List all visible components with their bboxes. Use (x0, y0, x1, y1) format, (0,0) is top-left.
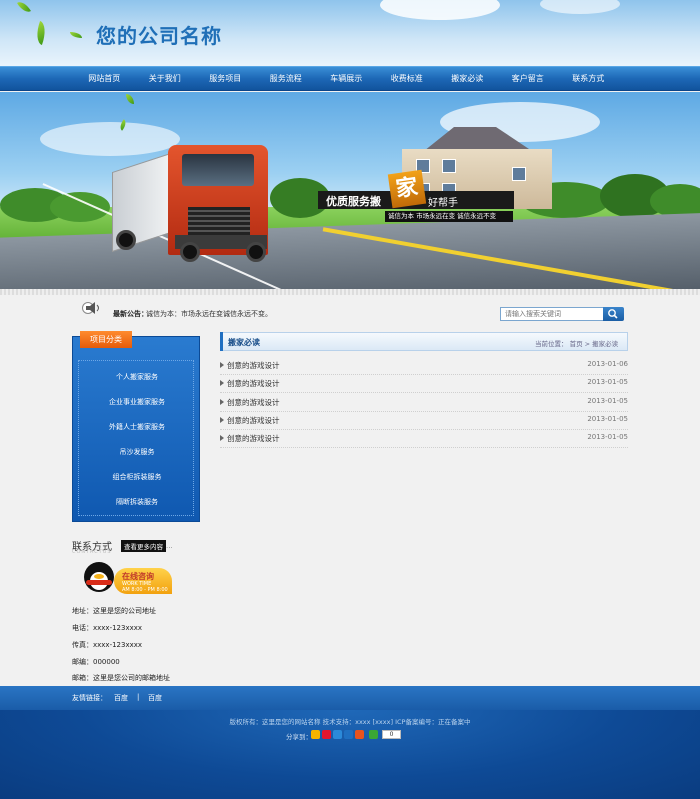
friend-links-label: 友情链接： (72, 694, 107, 702)
article-title[interactable]: 创意的游戏设计 (227, 433, 280, 444)
hero-banner: 优质服务搬 家 好帮手 诚信为本 市场永远在变 诚信永远不变 (0, 92, 700, 295)
article-row[interactable]: 创意的游戏设计 2013-01-05 (220, 430, 628, 448)
truck-wheel (246, 242, 266, 262)
cloud (380, 0, 500, 20)
category-item[interactable]: 个人搬家服务 (79, 372, 195, 382)
article-date: 2013-01-06 (587, 360, 628, 368)
cloud (40, 122, 180, 156)
sina-weibo-icon[interactable] (322, 730, 331, 739)
page: 您的公司名称 网站首页 关于我们 服务项目 服务流程 车辆展示 收费标准 搬家必… (0, 0, 700, 799)
qq-penguin-beak (94, 574, 104, 579)
category-item[interactable]: 隔断拆装服务 (79, 497, 195, 507)
nav-item-services[interactable]: 服务项目 (195, 67, 256, 92)
friend-link[interactable]: 百度 (114, 693, 128, 703)
truck-wheel (180, 242, 200, 262)
link-separator: | (137, 693, 140, 701)
arrow-right-icon (220, 417, 224, 423)
article-date: 2013-01-05 (587, 397, 628, 405)
contact-dots: ... (166, 542, 173, 550)
work-time-value: AM 8:00 - PM 8:00 (122, 587, 168, 593)
truck-grill (188, 207, 250, 235)
nav-item-home[interactable]: 网站首页 (74, 67, 135, 92)
more-share-icon[interactable] (369, 730, 378, 739)
arrow-right-icon (220, 399, 224, 405)
banner-bottom-edge (0, 289, 700, 295)
category-item[interactable]: 企业事业搬家服务 (79, 397, 195, 407)
copyright-text: 版权所有：这里是您的网站名称 技术支持：xxxx [xxxx] ICP备案编号：… (229, 718, 471, 726)
category-item[interactable]: 外籍人士搬家服务 (79, 422, 195, 432)
contact-address: 地址：这里是您的公司地址 (72, 607, 156, 615)
notice-label: 最新公告： (113, 310, 148, 318)
search-icon (608, 309, 618, 319)
article-date: 2013-01-05 (587, 433, 628, 441)
share-label: 分享到： (286, 733, 312, 741)
site-logo-title[interactable]: 您的公司名称 (96, 20, 222, 49)
article-title[interactable]: 创意的游戏设计 (227, 415, 280, 426)
view-more-button[interactable]: 查看更多内容 (121, 540, 166, 552)
article-row[interactable]: 创意的游戏设计 2013-01-06 (220, 357, 628, 375)
article-title[interactable]: 创意的游戏设计 (227, 397, 280, 408)
nav-item-about[interactable]: 关于我们 (135, 67, 196, 92)
article-title[interactable]: 创意的游戏设计 (227, 378, 280, 389)
category-list: 个人搬家服务 企业事业搬家服务 外籍人士搬家服务 吊沙发服务 组合柜拆装服务 隔… (78, 360, 194, 516)
share-count: 0 (382, 730, 401, 739)
search-button[interactable] (603, 307, 624, 321)
nav-item-contact[interactable]: 联系方式 (558, 67, 619, 92)
search-input[interactable] (500, 307, 604, 321)
contact-subtitle: CONTACTUS (72, 549, 112, 555)
renren-icon[interactable] (344, 730, 353, 739)
leaf-decoration (70, 32, 82, 38)
contact-phone: 电话：xxxx-123xxxx (72, 624, 143, 632)
tencent-weibo-icon[interactable] (333, 730, 342, 739)
notice-text: 诚信为本：市场永远在变诚信永远不变。 (146, 310, 272, 318)
slogan-subtext: 诚信为本 市场永远在变 诚信永远不变 (388, 212, 497, 220)
arrow-right-icon (220, 380, 224, 386)
slogan-text: 优质服务搬 (326, 195, 381, 208)
truck-windshield (182, 154, 254, 186)
article-row[interactable]: 创意的游戏设计 2013-01-05 (220, 375, 628, 393)
category-title: 项目分类 (80, 331, 132, 348)
article-row[interactable]: 创意的游戏设计 2013-01-05 (220, 394, 628, 412)
article-date: 2013-01-05 (587, 415, 628, 423)
nav-item-moving-guide[interactable]: 搬家必读 (437, 67, 498, 92)
article-row[interactable]: 创意的游戏设计 2013-01-05 (220, 412, 628, 430)
truck-wheel (116, 230, 136, 250)
qq-penguin-scarf (86, 580, 112, 585)
megaphone-icon (82, 302, 99, 314)
leaf-decoration (32, 20, 50, 46)
contact-email: 邮箱：这里是您公司的邮箱地址 (72, 674, 170, 682)
header-accent-bar (220, 332, 223, 351)
qzone-icon[interactable] (311, 730, 320, 739)
nav-item-process[interactable]: 服务流程 (256, 67, 317, 92)
slogan-highlight: 家 (387, 169, 427, 209)
nav-item-guestbook[interactable]: 客户留言 (498, 67, 559, 92)
nav-item-pricing[interactable]: 收费标准 (377, 67, 438, 92)
article-date: 2013-01-05 (587, 378, 628, 386)
arrow-right-icon (220, 362, 224, 368)
leaf-decoration (126, 94, 134, 104)
article-title[interactable]: 创意的游戏设计 (227, 360, 280, 371)
leaf-decoration (17, 0, 31, 16)
arrow-right-icon (220, 435, 224, 441)
breadcrumb[interactable]: 当前位置： 首页 > 搬家必读 (535, 338, 618, 348)
kaixin-icon[interactable] (355, 730, 364, 739)
main-nav: 网站首页 关于我们 服务项目 服务流程 车辆展示 收费标准 搬家必读 客户留言 … (0, 66, 700, 91)
category-item[interactable]: 组合柜拆装服务 (79, 472, 195, 482)
friend-link[interactable]: 百度 (148, 693, 162, 703)
article-list-title: 搬家必读 (228, 338, 260, 347)
slogan-text: 好帮手 (428, 198, 458, 209)
contact-zip: 邮编：000000 (72, 658, 120, 666)
cloud (540, 0, 620, 14)
header: 您的公司名称 (0, 0, 700, 66)
nav-item-vehicles[interactable]: 车辆展示 (316, 67, 377, 92)
category-item[interactable]: 吊沙发服务 (79, 447, 195, 457)
contact-fax: 传真：xxxx-123xxxx (72, 641, 143, 649)
nav-list: 网站首页 关于我们 服务项目 服务流程 车辆展示 收费标准 搬家必读 客户留言 … (74, 67, 619, 92)
